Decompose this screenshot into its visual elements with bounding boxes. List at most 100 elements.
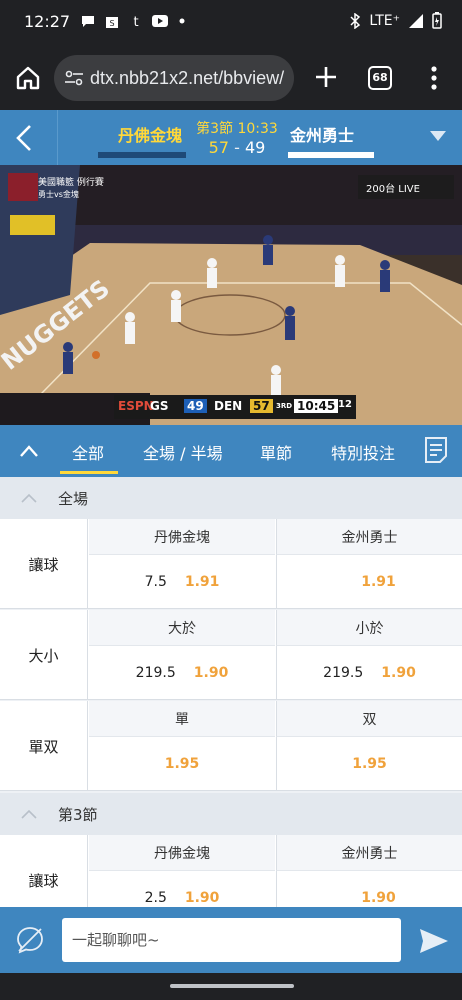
tab-full-half[interactable]: 全場 / 半場 [143, 440, 223, 464]
chat-hidden-icon[interactable] [14, 924, 46, 956]
system-icons: LTE⁺ [349, 12, 442, 29]
line-value: 2.5 [144, 890, 167, 906]
back-arrow-icon[interactable] [10, 122, 40, 154]
scorebug-away-abbr: GS [150, 399, 169, 413]
odds-value: 1.91 [361, 574, 396, 590]
notification-icons: S t [80, 14, 192, 28]
away-team-indicator [288, 152, 374, 158]
odds-value: 1.90 [184, 890, 220, 906]
send-icon[interactable] [418, 927, 450, 955]
chevron-up-icon [21, 809, 37, 819]
home-team-indicator [98, 152, 186, 158]
bluetooth-icon [350, 12, 361, 29]
svg-text:t: t [133, 15, 138, 28]
market-header: 金州勇士 [276, 835, 462, 871]
odds-value: 1.90 [193, 665, 229, 681]
market-header: 双 [276, 701, 462, 737]
markets-list: 全場 讓球 丹佛金塊 金州勇士 7.5 1.91 1.91 大小 大於 小於 21… [0, 477, 462, 907]
line-value: 219.5 [323, 665, 364, 681]
tv-scorebug: ESPN GS 49 DEN 57 3RD 10:45 12 [114, 395, 356, 419]
market-header: 金州勇士 [276, 519, 462, 555]
chat-input[interactable] [62, 918, 401, 962]
odds-cell[interactable]: 219.5 1.90 [276, 646, 462, 700]
chat-bar [0, 907, 462, 973]
odds-value: 1.90 [381, 665, 416, 681]
away-team-name: 金州勇士 [290, 126, 355, 145]
scorebug-network: ESPN [118, 399, 154, 413]
youtube-icon [152, 15, 168, 27]
line-value: 219.5 [135, 665, 176, 681]
chevron-down-icon[interactable] [428, 128, 448, 144]
home-score: 57 [208, 138, 230, 157]
period-clock: 第3節 10:33 [196, 121, 278, 137]
market-row-over-under: 大小 大於 小於 219.5 1.90 219.5 1.90 [0, 610, 462, 700]
market-label: 單双 [0, 701, 88, 791]
scorebug-quarter: 3RD [276, 402, 293, 410]
market-label: 讓球 [0, 519, 88, 609]
odds-cell[interactable]: 1.95 [89, 737, 275, 791]
site-settings-icon[interactable] [64, 69, 84, 87]
market-row-handicap: 讓球 丹佛金塊 金州勇士 2.5 1.90 1.90 [0, 835, 462, 907]
market-header: 大於 [89, 610, 275, 646]
new-tab-icon[interactable] [312, 62, 340, 92]
section-title: 全場 [58, 490, 89, 508]
odds-cell[interactable]: 7.5 1.91 [89, 555, 275, 609]
odds-value: 1.95 [352, 756, 387, 772]
scorebug-home-abbr: DEN [214, 399, 243, 413]
signal-icon [409, 13, 423, 28]
tab-special-bets[interactable]: 特別投注 [331, 440, 395, 464]
game-header: 丹佛金塊 第3節 10:33 57 - 49 金州勇士 [0, 110, 462, 165]
live-video-player[interactable]: NUGGETS 美國職籃 例行賽 勇士vs金塊 200台 LIVE [0, 165, 462, 425]
score-separator: - [234, 138, 240, 157]
network-label: LTE⁺ [369, 12, 400, 29]
tab-switcher-button[interactable]: 68 [368, 66, 392, 90]
home-icon[interactable] [12, 62, 44, 94]
bet-category-tabs: 全部 全場 / 半場 單節 特別投注 [0, 425, 462, 477]
chat-bubble-icon [82, 16, 94, 27]
scorebug-shot-clock: 12 [338, 399, 352, 410]
active-tab-indicator [60, 471, 118, 474]
status-bar: 12:27 S t LTE⁺ [0, 0, 462, 46]
battery-icon [432, 12, 442, 29]
broadcast-subtitle: 勇士vs金塊 [38, 189, 79, 199]
tab-all[interactable]: 全部 [72, 440, 104, 464]
system-nav-bar [0, 973, 462, 1000]
svg-text:S: S [109, 19, 114, 28]
market-header: 丹佛金塊 [89, 519, 275, 555]
live-score: 57 - 49 [192, 138, 282, 157]
section-header-full-game[interactable]: 全場 [0, 477, 462, 519]
basketball [92, 351, 100, 359]
bet-slip-icon[interactable] [422, 435, 450, 465]
away-score: 49 [244, 138, 266, 157]
odds-cell[interactable]: 1.91 [276, 555, 462, 609]
header-divider [57, 110, 58, 165]
video-frame: NUGGETS 美國職籃 例行賽 勇士vs金塊 200台 LIVE [0, 165, 462, 425]
odds-cell[interactable]: 219.5 1.90 [89, 646, 275, 700]
channel-tag: 200台 LIVE [366, 182, 420, 195]
browser-toolbar: dtx.nbb21x2.net/bbview/ 68 [0, 46, 462, 110]
dot-icon [179, 18, 185, 24]
odds-cell[interactable]: 1.95 [276, 737, 462, 791]
odds-value: 1.95 [164, 756, 200, 772]
market-header: 小於 [276, 610, 462, 646]
section-title: 第3節 [58, 806, 98, 824]
tab-quarter[interactable]: 單節 [260, 440, 292, 464]
chevron-up-icon [21, 493, 37, 503]
gesture-home-indicator[interactable] [170, 984, 294, 988]
broadcast-title: 美國職籃 例行賽 [38, 176, 104, 188]
scorebug-away-score: 49 [184, 399, 207, 413]
odds-cell[interactable]: 1.90 [276, 871, 462, 907]
scorebug-home-score: 57 [250, 399, 273, 413]
odds-cell[interactable]: 2.5 1.90 [89, 871, 275, 907]
tumblr-icon: t [133, 15, 138, 28]
market-label: 讓球 [0, 835, 88, 907]
market-row-handicap: 讓球 丹佛金塊 金州勇士 7.5 1.91 1.91 [0, 519, 462, 609]
address-bar[interactable]: dtx.nbb21x2.net/bbview/ [54, 55, 294, 101]
more-options-icon[interactable] [422, 64, 446, 92]
chevron-up-icon[interactable] [18, 443, 40, 459]
market-header: 單 [89, 701, 275, 737]
status-time: 12:27 [24, 12, 71, 31]
section-header-third-quarter[interactable]: 第3節 [0, 793, 462, 835]
odds-value: 1.91 [184, 574, 220, 590]
line-value: 7.5 [144, 574, 167, 590]
